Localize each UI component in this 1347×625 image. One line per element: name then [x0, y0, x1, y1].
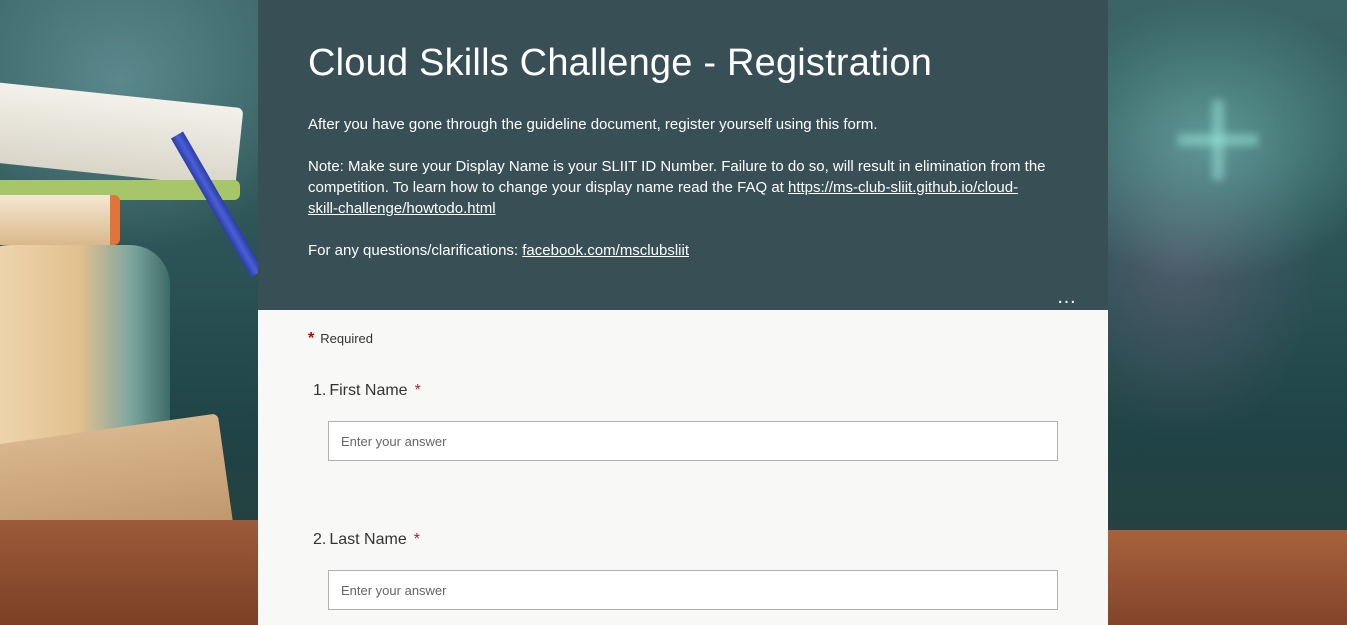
- background-chalk-cross: [1178, 100, 1258, 180]
- required-label: Required: [320, 331, 373, 346]
- facebook-link[interactable]: facebook.com/msclubsliit: [522, 242, 689, 259]
- question-first-name: 1. First Name *: [308, 382, 1058, 461]
- question-number: 2.: [313, 531, 327, 548]
- required-star: *: [414, 382, 421, 399]
- last-name-input[interactable]: [328, 570, 1058, 610]
- question-last-name: 2. Last Name *: [308, 531, 1058, 610]
- first-name-input[interactable]: [328, 421, 1058, 461]
- question-text: Last Name: [329, 531, 407, 548]
- form-header: Cloud Skills Challenge - Registration Af…: [258, 0, 1108, 310]
- description-paragraph: After you have gone through the guidelin…: [308, 116, 878, 133]
- form-title: Cloud Skills Challenge - Registration: [308, 42, 933, 84]
- background-desk: [0, 520, 258, 625]
- more-options-button[interactable]: …: [1052, 287, 1082, 307]
- question-number: 1.: [313, 382, 327, 399]
- question-text: First Name: [329, 382, 408, 399]
- required-note: * Required: [308, 330, 1058, 348]
- description-paragraph: For any questions/clarifications: facebo…: [308, 240, 1048, 261]
- question-label: 2. Last Name *: [308, 531, 1058, 549]
- required-star: *: [413, 531, 420, 548]
- required-star: *: [308, 330, 315, 347]
- background-desk: [1108, 530, 1347, 625]
- form-description: After you have gone through the guidelin…: [308, 114, 1048, 261]
- background-book: [0, 195, 120, 245]
- description-paragraph: Note: Make sure your Display Name is you…: [308, 156, 1048, 219]
- question-label: 1. First Name *: [308, 382, 1058, 400]
- description-text: For any questions/clarifications:: [308, 242, 523, 259]
- form-card: Cloud Skills Challenge - Registration Af…: [258, 0, 1108, 625]
- form-body: * Required 1. First Name * 2. Last Name …: [258, 310, 1108, 610]
